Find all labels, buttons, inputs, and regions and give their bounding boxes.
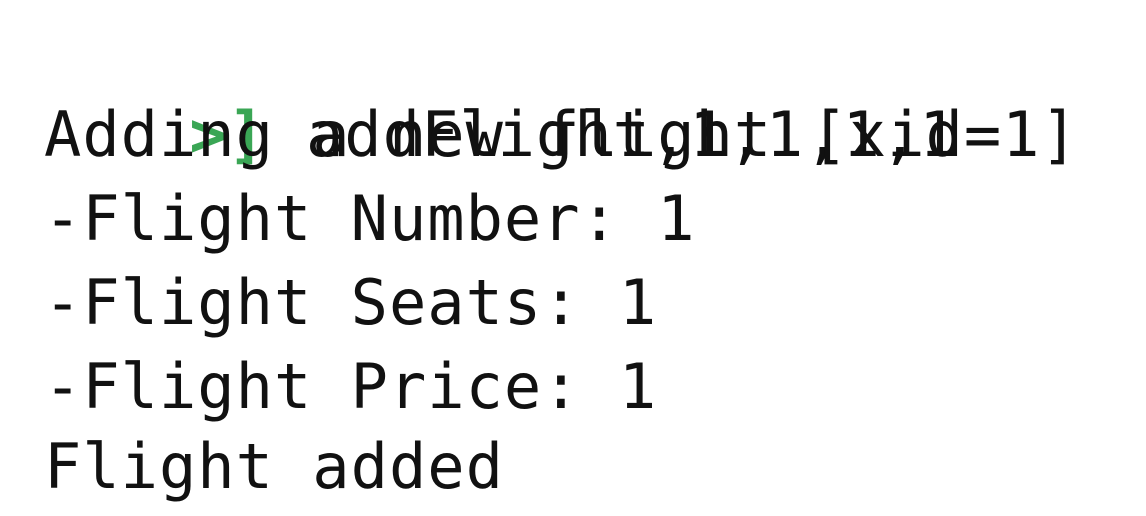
output-line-5: Flight added [44,430,504,503]
terminal-window[interactable]: >] addFlight,1,1,1,1 Adding a new flight … [0,0,1146,516]
output-line-1: Adding a new flight [xid=1] [44,98,1079,171]
command-line[interactable]: >] addFlight,1,1,1,1 [44,12,958,171]
output-line-3: -Flight Seats: 1 [44,266,658,339]
output-line-2: -Flight Number: 1 [44,182,696,255]
output-line-4: -Flight Price: 1 [44,350,658,423]
